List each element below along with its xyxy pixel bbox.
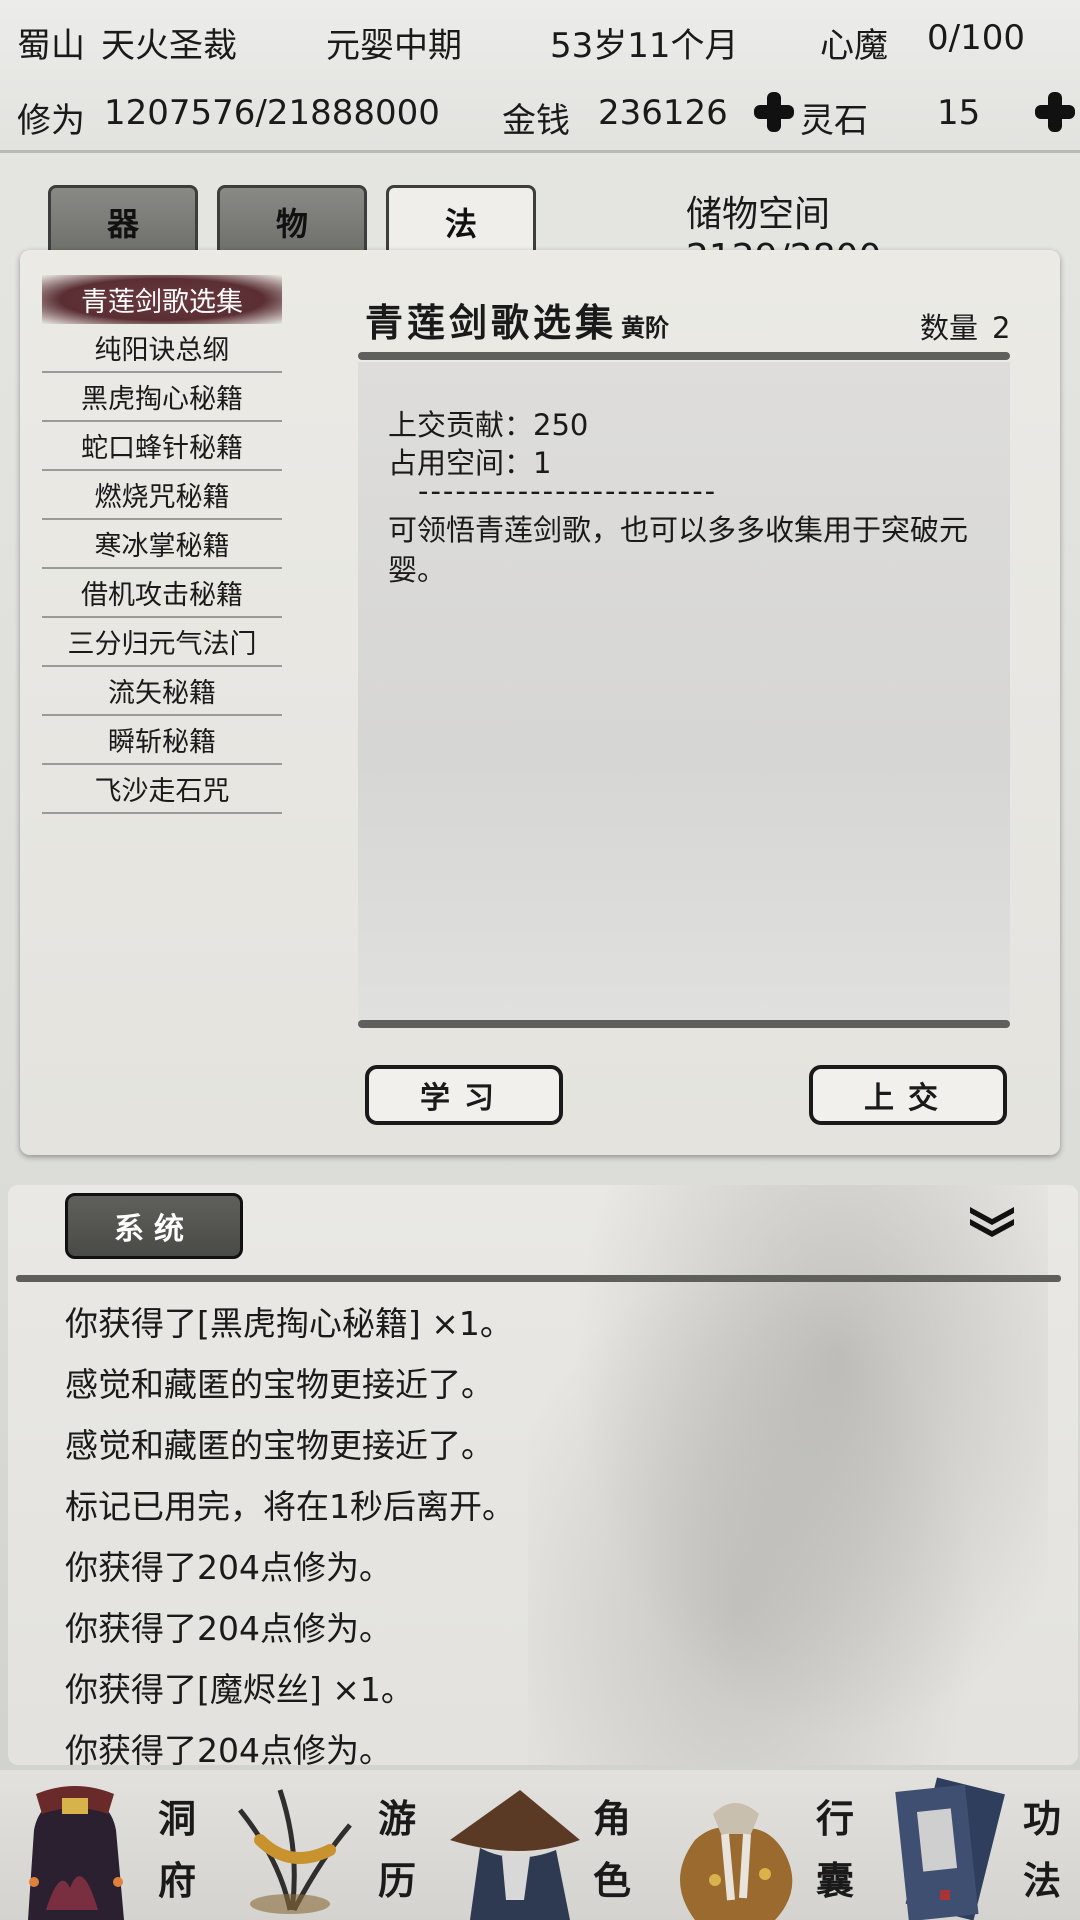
status-row-2: 修为 1207576/21888000 金钱 236126 灵石 15 (0, 75, 1080, 150)
money-value: 236126 (598, 93, 728, 133)
plus-icon[interactable] (1035, 92, 1075, 132)
divider (16, 1275, 1061, 1282)
log-list: 你获得了[黑虎掏心秘籍] ×1。 感觉和藏匿的宝物更接近了。 感觉和藏匿的宝物更… (65, 1290, 965, 1766)
tab-equipment[interactable]: 器 (48, 185, 198, 255)
nav-label: 角色 (590, 1788, 634, 1912)
nav-travel[interactable]: 游历 (220, 1770, 430, 1920)
storage-label: 储物空间 (686, 194, 831, 235)
tab-techniques[interactable]: 法 (386, 185, 536, 255)
nav-label: 功法 (1020, 1788, 1064, 1912)
player-title: 天火圣裁 (101, 26, 237, 66)
nav-char: 历 (377, 1858, 416, 1903)
list-item[interactable]: 青莲剑歌选集 (42, 275, 282, 324)
status-bar: 蜀山 天火圣裁 元婴中期 53岁11个月 心魔 0/100 修为 1207576… (0, 0, 1080, 153)
divider (358, 352, 1010, 360)
log-line: 你获得了204点修为。 (65, 1547, 392, 1587)
bottom-nav: 洞府 游历 角色 行囊 功 法 (0, 1770, 1080, 1920)
item-grade: 黄阶 (621, 313, 670, 342)
nav-label: 行囊 (813, 1788, 857, 1912)
nav-char: 洞 (157, 1796, 196, 1841)
system-log-panel: 系统 你获得了[黑虎掏心秘籍] ×1。 感觉和藏匿的宝物更接近了。 感觉和藏匿的… (8, 1185, 1078, 1765)
nav-label: 洞府 (155, 1788, 199, 1912)
list-item[interactable]: 瞬斩秘籍 (42, 716, 282, 765)
submit-button[interactable]: 上交 (809, 1065, 1007, 1125)
demon-label: 心魔 (820, 26, 888, 66)
list-item[interactable]: 三分归元气法门 (42, 618, 282, 667)
nav-cave[interactable]: 洞府 (0, 1770, 205, 1920)
list-item[interactable]: 蛇口蜂针秘籍 (42, 422, 282, 471)
cave-icon (28, 1786, 124, 1920)
nav-char: 囊 (815, 1858, 854, 1903)
nav-char: 功 (1022, 1796, 1061, 1841)
list-item[interactable]: 飞沙走石咒 (42, 765, 282, 814)
log-line: 你获得了204点修为。 (65, 1730, 392, 1766)
demon-value: 0/100 (927, 18, 1025, 58)
nav-bag[interactable]: 行囊 (655, 1770, 870, 1920)
item-name-text: 青莲剑歌选集 (365, 300, 618, 345)
spirit-stone-label: 灵石 (800, 101, 868, 141)
status-row-1: 蜀山 天火圣裁 元婴中期 53岁11个月 心魔 0/100 (0, 0, 1080, 75)
tab-items[interactable]: 物 (217, 185, 367, 255)
description-divider: ------------------------ (418, 474, 718, 508)
inventory-panel: 青莲剑歌选集 纯阳诀总纲 黑虎掏心秘籍 蛇口蜂针秘籍 燃烧咒秘籍 寒冰掌秘籍 借… (20, 250, 1060, 1155)
chevron-double-down-icon[interactable] (966, 1203, 1018, 1241)
list-item[interactable]: 纯阳诀总纲 (42, 324, 282, 373)
nav-character[interactable]: 角色 (440, 1770, 650, 1920)
list-item[interactable]: 黑虎掏心秘籍 (42, 373, 282, 422)
quantity-label: 数量 (920, 311, 979, 345)
learn-button[interactable]: 学习 (365, 1065, 563, 1125)
cultivation-value: 1207576/21888000 (104, 93, 440, 133)
log-line: 你获得了[魔烬丝] ×1。 (65, 1669, 414, 1709)
realm-label: 元婴中期 (326, 26, 462, 66)
nav-char: 游 (377, 1796, 416, 1841)
list-item[interactable]: 借机攻击秘籍 (42, 569, 282, 618)
nav-char: 色 (592, 1858, 631, 1903)
nav-char: 府 (157, 1858, 196, 1903)
item-list: 青莲剑歌选集 纯阳诀总纲 黑虎掏心秘籍 蛇口蜂针秘籍 燃烧咒秘籍 寒冰掌秘籍 借… (42, 275, 282, 814)
item-name: 青莲剑歌选集 黄阶 (365, 292, 669, 347)
money-label: 金钱 (502, 101, 570, 141)
contribution-text: 上交贡献：250 (388, 408, 589, 442)
tab-system[interactable]: 系统 (65, 1193, 243, 1259)
log-line: 感觉和藏匿的宝物更接近了。 (65, 1425, 494, 1465)
plus-icon[interactable] (754, 92, 794, 132)
nav-char: 行 (815, 1796, 854, 1841)
log-line: 标记已用完，将在1秒后离开。 (65, 1486, 515, 1526)
list-item[interactable]: 寒冰掌秘籍 (42, 520, 282, 569)
item-quantity: 数量 2 (920, 305, 1010, 347)
list-item[interactable]: 流矢秘籍 (42, 667, 282, 716)
log-line: 你获得了[黑虎掏心秘籍] ×1。 (65, 1303, 513, 1343)
spirit-stone-value: 15 (937, 93, 981, 133)
sect-name: 蜀山 (17, 26, 85, 66)
nav-techniques[interactable]: 功法 (870, 1770, 1080, 1920)
list-item[interactable]: 燃烧咒秘籍 (42, 471, 282, 520)
bag-icon (680, 1803, 793, 1920)
divider (358, 1020, 1010, 1028)
item-description-box: 上交贡献：250 占用空间：1 ------------------------… (358, 362, 1010, 1022)
nav-label: 游历 (375, 1788, 419, 1912)
log-line: 感觉和藏匿的宝物更接近了。 (65, 1364, 494, 1404)
nav-char: 角 (592, 1796, 631, 1841)
cultivation-label: 修为 (17, 101, 85, 141)
age-label: 53岁11个月 (550, 26, 739, 66)
log-line: 你获得了204点修为。 (65, 1608, 392, 1648)
book-icon (895, 1777, 1005, 1920)
quantity-value: 2 (992, 311, 1011, 345)
travel-icon (238, 1789, 352, 1914)
description-text: 可领悟青莲剑歌，也可以多多收集用于突破元婴。 (388, 513, 969, 587)
nav-char: 法 (1022, 1858, 1061, 1903)
character-icon (450, 1790, 580, 1920)
